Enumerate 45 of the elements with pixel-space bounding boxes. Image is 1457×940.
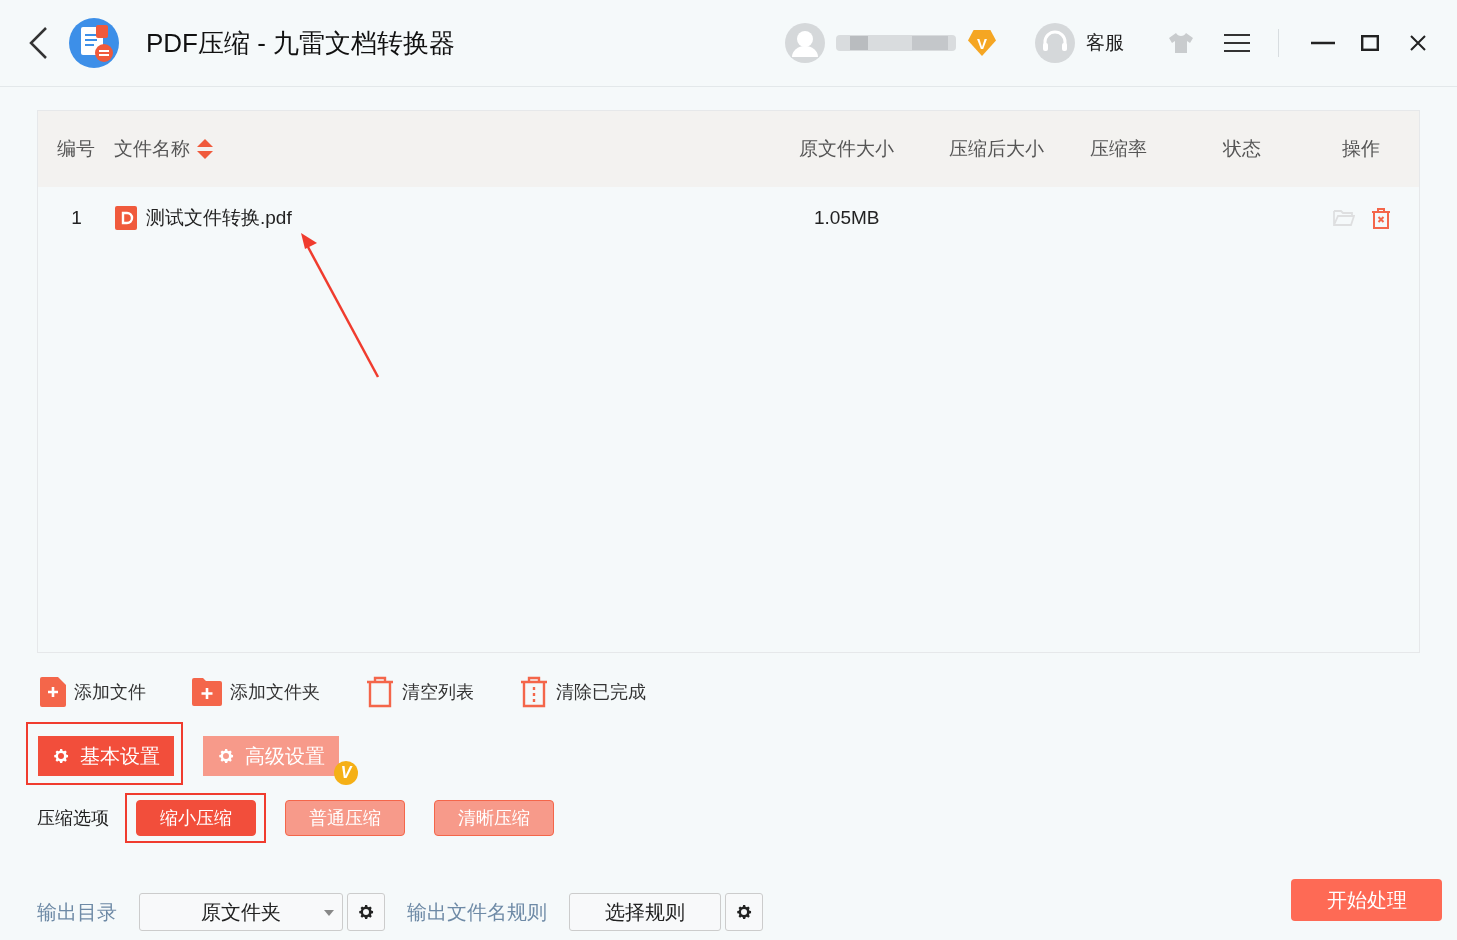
column-header: 编号 — [57, 137, 95, 161]
back-icon[interactable] — [28, 26, 48, 60]
output-dropdown[interactable]: 原文件夹 — [139, 893, 343, 931]
delete-icon[interactable] — [1371, 207, 1391, 229]
vip-badge: V — [334, 761, 358, 785]
column-header: 状态 — [1223, 137, 1261, 161]
settings-button[interactable] — [347, 893, 385, 931]
minimize-icon[interactable] — [1311, 41, 1335, 45]
column-header[interactable]: 文件名称 — [114, 136, 190, 162]
column-header: 压缩后大小 — [949, 137, 1044, 161]
gear-icon — [735, 903, 753, 921]
close-icon[interactable] — [1409, 34, 1427, 52]
window-title: PDF压缩 - 九雷文档转换器 — [146, 26, 456, 60]
add-folder-icon — [192, 678, 222, 706]
trash-icon — [366, 676, 394, 708]
file-name: 测试文件转换.pdf — [146, 206, 292, 230]
compression-option[interactable]: 缩小压缩 — [136, 800, 256, 836]
vip-badge: V — [968, 30, 996, 56]
support-label[interactable]: 客服 — [1086, 30, 1124, 56]
field-label: 输出文件名规则 — [407, 899, 547, 925]
gear-icon — [217, 747, 235, 765]
sort-icon[interactable] — [196, 138, 214, 160]
row-number: 1 — [70, 207, 83, 229]
pdf-file-icon — [115, 206, 137, 230]
gear-icon — [52, 747, 70, 765]
settings-tab[interactable]: 基本设置 — [38, 736, 174, 776]
settings-button[interactable] — [725, 893, 763, 931]
toolbar-button[interactable]: 清空列表 — [366, 676, 474, 708]
field-label: 输出目录 — [37, 899, 117, 925]
toolbar-button[interactable]: 添加文件 — [40, 677, 146, 707]
trash-icon — [520, 676, 548, 708]
menu-icon[interactable] — [1224, 33, 1250, 53]
column-header: 压缩率 — [1090, 137, 1147, 161]
file-size: 1.05MB — [814, 207, 881, 229]
option-label: 压缩选项 — [37, 807, 109, 830]
column-header: 操作 — [1342, 137, 1380, 161]
maximize-icon[interactable] — [1361, 35, 1379, 51]
column-header: 原文件大小 — [799, 137, 894, 161]
app-logo-icon — [68, 17, 120, 69]
caret-icon — [324, 910, 334, 916]
rule-button[interactable]: 选择规则 — [569, 893, 721, 931]
toolbar-button[interactable]: 清除已完成 — [520, 676, 646, 708]
toolbar-button[interactable]: 添加文件夹 — [192, 678, 320, 706]
add-file-icon — [40, 677, 66, 707]
gear-icon — [357, 903, 375, 921]
